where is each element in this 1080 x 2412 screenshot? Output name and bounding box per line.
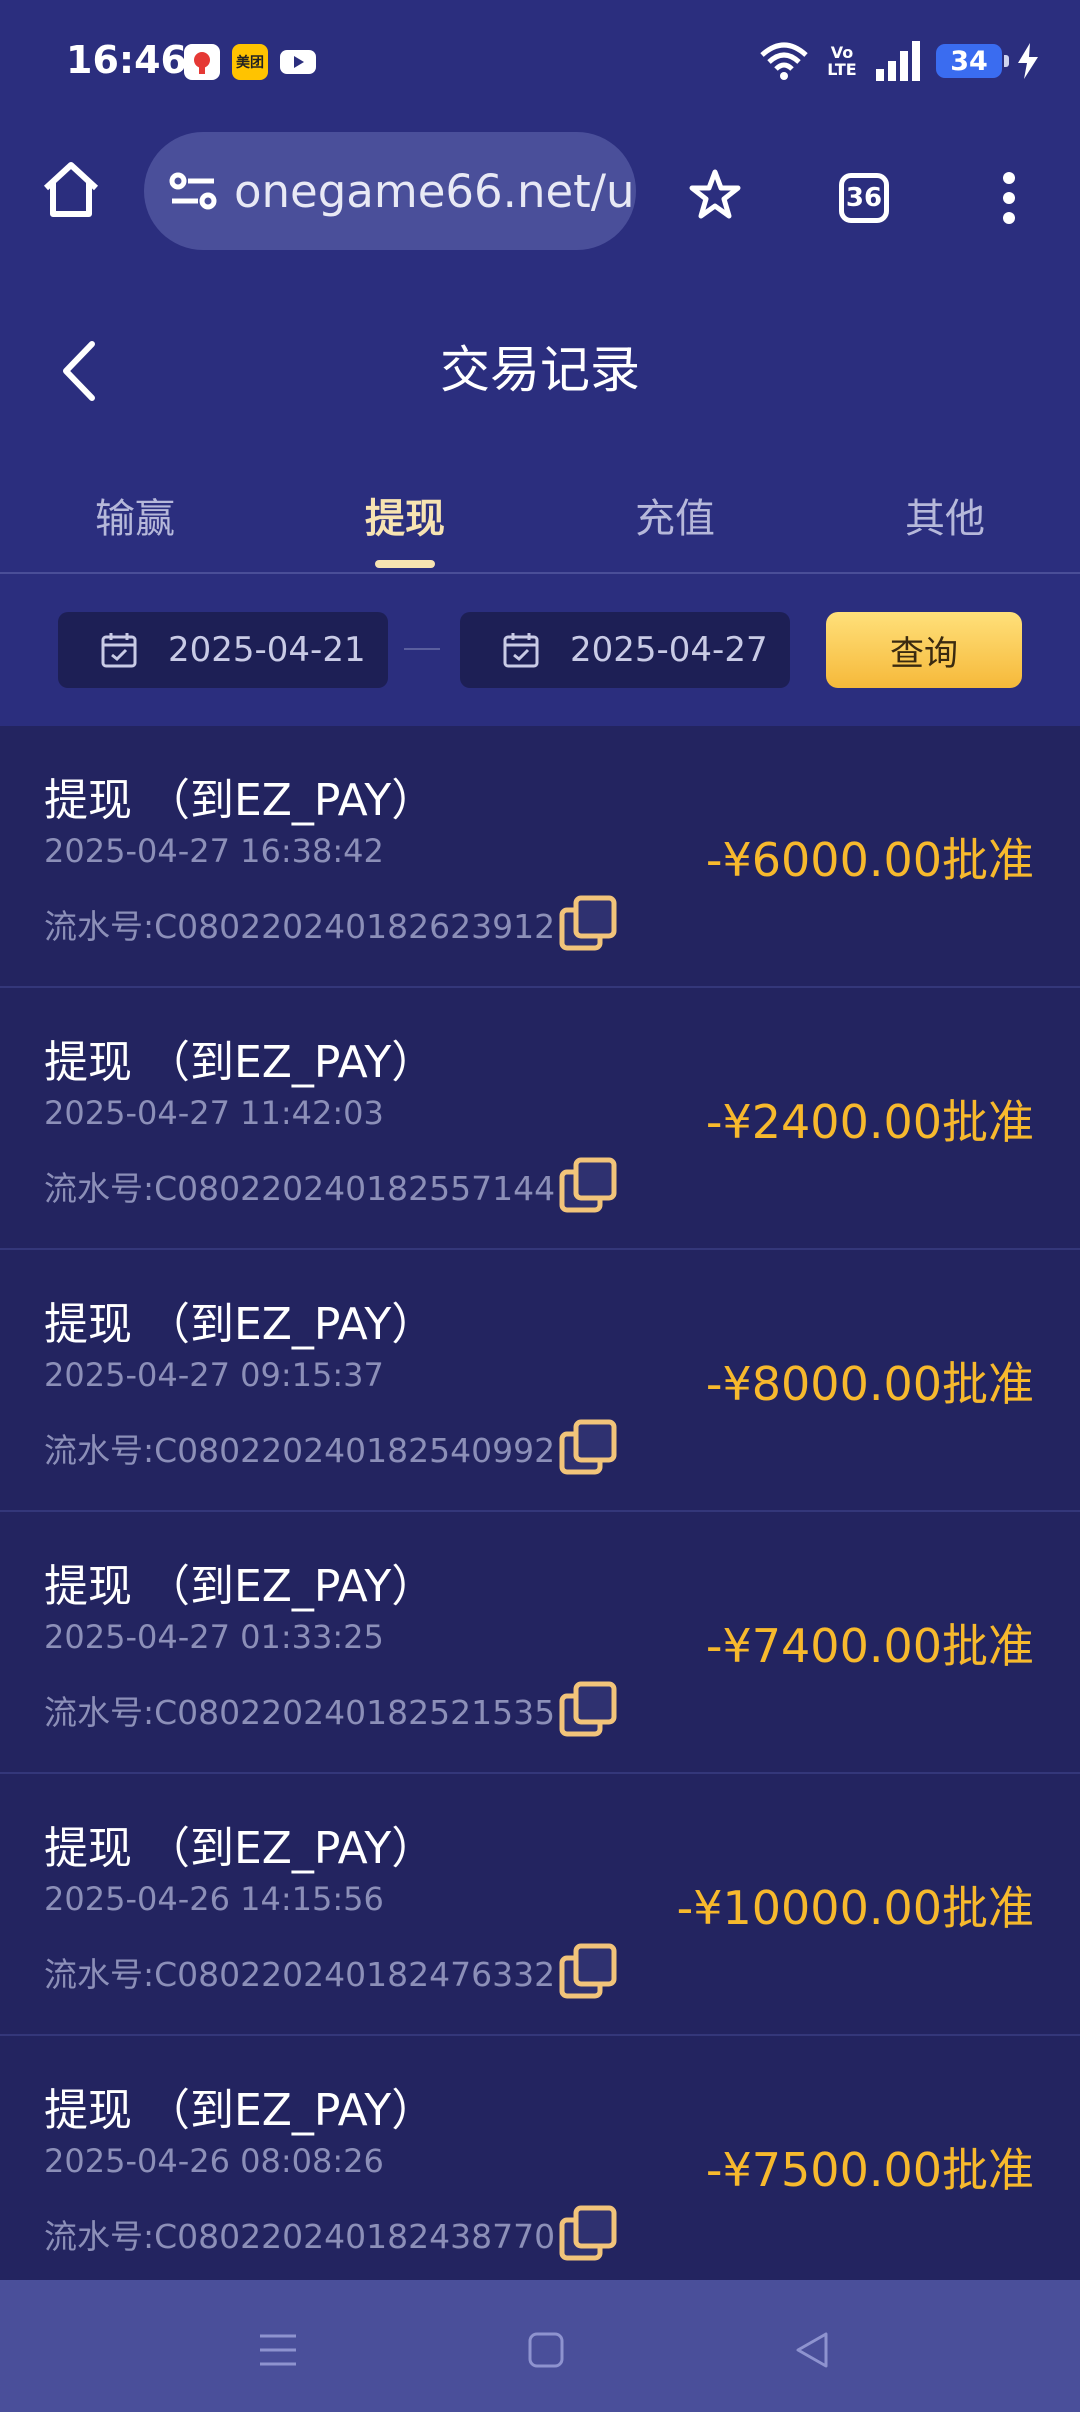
status-right: Vo LTE 34 [758, 36, 1040, 86]
meituan-icon: 美团 [232, 44, 268, 80]
end-date-text: 2025-04-27 [570, 630, 768, 670]
record-amount: -¥7500.00批准 [705, 2143, 1034, 2197]
back-nav-icon[interactable] [782, 2320, 842, 2380]
record-time: 2025-04-26 14:15:56 [44, 1880, 384, 1918]
recent-apps-icon[interactable] [248, 2320, 308, 2380]
record-time: 2025-04-27 09:15:37 [44, 1356, 384, 1394]
tab-switcher-button[interactable]: 36 [826, 160, 902, 236]
record-serial: 流水号:C080220240182557144 [44, 1169, 556, 1208]
record-time: 2025-04-26 08:08:26 [44, 2142, 384, 2180]
record-title: 提现 （到EZ_PAY） [44, 775, 436, 826]
battery-indicator: 34 [936, 44, 1009, 78]
youtube-icon [280, 44, 316, 80]
end-date-picker[interactable]: 2025-04-27 [460, 612, 790, 688]
record-time: 2025-04-27 16:38:42 [44, 832, 384, 870]
copy-icon[interactable] [558, 1942, 620, 2004]
url-text: onegame66.net/u [234, 164, 635, 218]
copy-icon[interactable] [558, 1680, 620, 1742]
copy-icon[interactable] [558, 2204, 620, 2266]
record-title: 提现 （到EZ_PAY） [44, 1299, 436, 1350]
record-amount: -¥10000.00批准 [676, 1881, 1034, 1935]
status-time: 16:46 [66, 38, 187, 82]
copy-icon[interactable] [558, 1156, 620, 1218]
copy-icon[interactable] [558, 1418, 620, 1480]
record-amount: -¥2400.00批准 [705, 1095, 1034, 1149]
system-nav-bar [0, 2280, 1080, 2412]
record-time: 2025-04-27 01:33:25 [44, 1618, 384, 1656]
list-item: 提现 （到EZ_PAY） 2025-04-27 16:38:42 流水号:C08… [0, 726, 1080, 988]
tab-count: 36 [839, 173, 889, 223]
browser-toolbar: onegame66.net/u 36 [0, 124, 1080, 276]
home-icon[interactable] [36, 154, 106, 224]
start-date-picker[interactable]: 2025-04-21 [58, 612, 388, 688]
record-title: 提现 （到EZ_PAY） [44, 1823, 436, 1874]
site-settings-icon[interactable] [168, 169, 218, 213]
list-item: 提现 （到EZ_PAY） 2025-04-26 08:08:26 流水号:C08… [0, 2036, 1080, 2280]
record-serial: 流水号:C080220240182438770 [44, 2217, 556, 2256]
date-range-separator [404, 648, 440, 650]
page-title: 交易记录 [440, 341, 640, 399]
tab-withdraw[interactable]: 提现 [270, 466, 540, 574]
wifi-icon [760, 42, 808, 80]
record-title: 提现 （到EZ_PAY） [44, 1037, 436, 1088]
list-item: 提现 （到EZ_PAY） 2025-04-27 01:33:25 流水号:C08… [0, 1512, 1080, 1774]
record-serial: 流水号:C080220240182540992 [44, 1431, 556, 1470]
page-header: 交易记录 输赢 提现 充值 其他 [0, 276, 1080, 574]
more-menu-icon[interactable] [984, 160, 1034, 236]
transaction-list: 提现 （到EZ_PAY） 2025-04-27 16:38:42 流水号:C08… [0, 726, 1080, 2280]
record-amount: -¥7400.00批准 [705, 1619, 1034, 1673]
start-date-text: 2025-04-21 [168, 630, 366, 670]
url-bar[interactable]: onegame66.net/u [144, 132, 636, 250]
calendar-icon [503, 633, 539, 668]
tab-deposit[interactable]: 充值 [540, 466, 810, 574]
calendar-icon [101, 633, 137, 668]
record-title: 提现 （到EZ_PAY） [44, 2085, 436, 2136]
bookmark-star-icon[interactable] [680, 160, 750, 230]
record-title: 提现 （到EZ_PAY） [44, 1561, 436, 1612]
tab-win-loss[interactable]: 输赢 [0, 466, 270, 574]
charging-icon [1018, 43, 1038, 79]
volte-label: Vo LTE [827, 43, 857, 79]
copy-icon[interactable] [558, 894, 620, 956]
signal-icon [876, 41, 920, 81]
query-button[interactable]: 查询 [826, 612, 1022, 688]
tab-bar: 输赢 提现 充值 其他 [0, 466, 1080, 574]
tab-other[interactable]: 其他 [810, 466, 1080, 574]
record-amount: -¥8000.00批准 [705, 1357, 1034, 1411]
date-filter: 2025-04-21 2025-04-27 查询 [0, 574, 1080, 726]
record-amount: -¥6000.00批准 [705, 833, 1034, 887]
record-serial: 流水号:C080220240182623912 [44, 907, 556, 946]
list-item: 提现 （到EZ_PAY） 2025-04-26 14:15:56 流水号:C08… [0, 1774, 1080, 2036]
record-serial: 流水号:C080220240182476332 [44, 1955, 556, 1994]
home-nav-icon[interactable] [516, 2320, 576, 2380]
list-item: 提现 （到EZ_PAY） 2025-04-27 09:15:37 流水号:C08… [0, 1250, 1080, 1512]
status-bar: 16:46 美团 Vo LTE 34 [0, 0, 1080, 124]
record-serial: 流水号:C080220240182521535 [44, 1693, 556, 1732]
app-icon [184, 44, 220, 80]
record-time: 2025-04-27 11:42:03 [44, 1094, 384, 1132]
list-item: 提现 （到EZ_PAY） 2025-04-27 11:42:03 流水号:C08… [0, 988, 1080, 1250]
